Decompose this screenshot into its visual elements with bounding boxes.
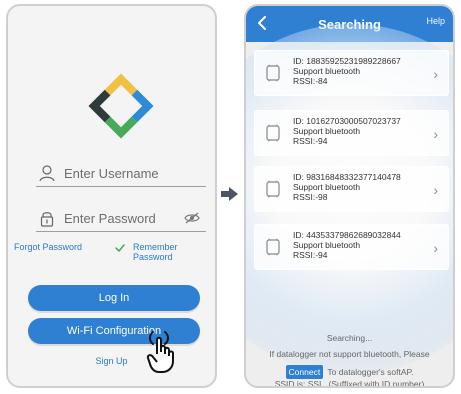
device-support: Support bluetooth [293, 126, 361, 136]
chevron-right-icon: › [433, 240, 438, 256]
device-rssi: RSSI:-94 [293, 136, 328, 146]
user-icon [36, 162, 58, 184]
device-rssi: RSSI:-84 [293, 76, 328, 86]
password-field[interactable] [36, 205, 206, 232]
device-info: ID: 18835925231989228667 Support bluetoo… [293, 56, 428, 86]
device-rssi: RSSI:-98 [293, 192, 328, 202]
username-field[interactable] [36, 160, 206, 187]
hint-line-2: Connect To datalogger's softAP. [246, 365, 453, 379]
app-logo [86, 71, 156, 141]
check-icon [115, 240, 125, 252]
device-icon [265, 124, 281, 142]
status-text: Searching... [326, 333, 373, 343]
forgot-password-link[interactable]: Forgot Password [14, 242, 82, 252]
username-input[interactable] [64, 165, 174, 181]
device-icon [265, 180, 281, 198]
chevron-right-icon: › [433, 126, 438, 142]
device-id: ID: 18835925231989228667 [293, 56, 401, 66]
device-info: ID: 98316848332377140478 Support bluetoo… [293, 172, 428, 202]
lock-icon [36, 207, 58, 229]
chevron-left-icon[interactable] [254, 14, 270, 32]
arrow-right-icon [220, 184, 240, 204]
ssid-hint: SSID is: SSL_(Suffixed with ID number) [274, 379, 425, 388]
device-card[interactable]: ID: 10162703000507023737 Support bluetoo… [254, 110, 449, 156]
password-input[interactable] [64, 210, 174, 226]
device-support: Support bluetooth [293, 66, 361, 76]
device-card[interactable]: ID: 18835925231989228667 Support bluetoo… [254, 50, 449, 96]
hint-line-1: If datalogger not support bluetooth, Ple… [269, 349, 430, 359]
device-info: ID: 44353379862689032844 Support bluetoo… [293, 230, 428, 260]
device-card[interactable]: ID: 98316848332377140478 Support bluetoo… [254, 166, 449, 212]
device-id: ID: 44353379862689032844 [293, 230, 401, 240]
remember-password-toggle[interactable]: Remember Password [133, 242, 215, 262]
device-id: ID: 98316848332377140478 [293, 172, 401, 182]
device-info: ID: 10162703000507023737 Support bluetoo… [293, 116, 428, 146]
search-screen: Searching Help ID: 18835925231989228667 … [244, 4, 455, 388]
device-icon [265, 238, 281, 256]
device-rssi: RSSI:-94 [293, 250, 328, 260]
hint-line-2-text: To datalogger's softAP. [327, 367, 414, 377]
device-card[interactable]: ID: 44353379862689032844 Support bluetoo… [254, 224, 449, 270]
help-button[interactable]: Help [426, 16, 445, 26]
login-screen: Forgot Password Remember Password Log In… [6, 4, 217, 388]
hand-pointer-icon [143, 330, 181, 376]
device-support: Support bluetooth [293, 240, 361, 250]
sign-up-link[interactable]: Sign Up [8, 356, 215, 366]
device-icon [265, 64, 281, 82]
chevron-right-icon: › [433, 182, 438, 198]
device-support: Support bluetooth [293, 182, 361, 192]
device-id: ID: 10162703000507023737 [293, 116, 401, 126]
canvas: Forgot Password Remember Password Log In… [0, 0, 461, 394]
chevron-right-icon: › [433, 66, 438, 82]
connect-button[interactable]: Connect [285, 365, 324, 379]
login-button[interactable]: Log In [28, 285, 200, 311]
eye-off-icon[interactable] [184, 211, 200, 225]
